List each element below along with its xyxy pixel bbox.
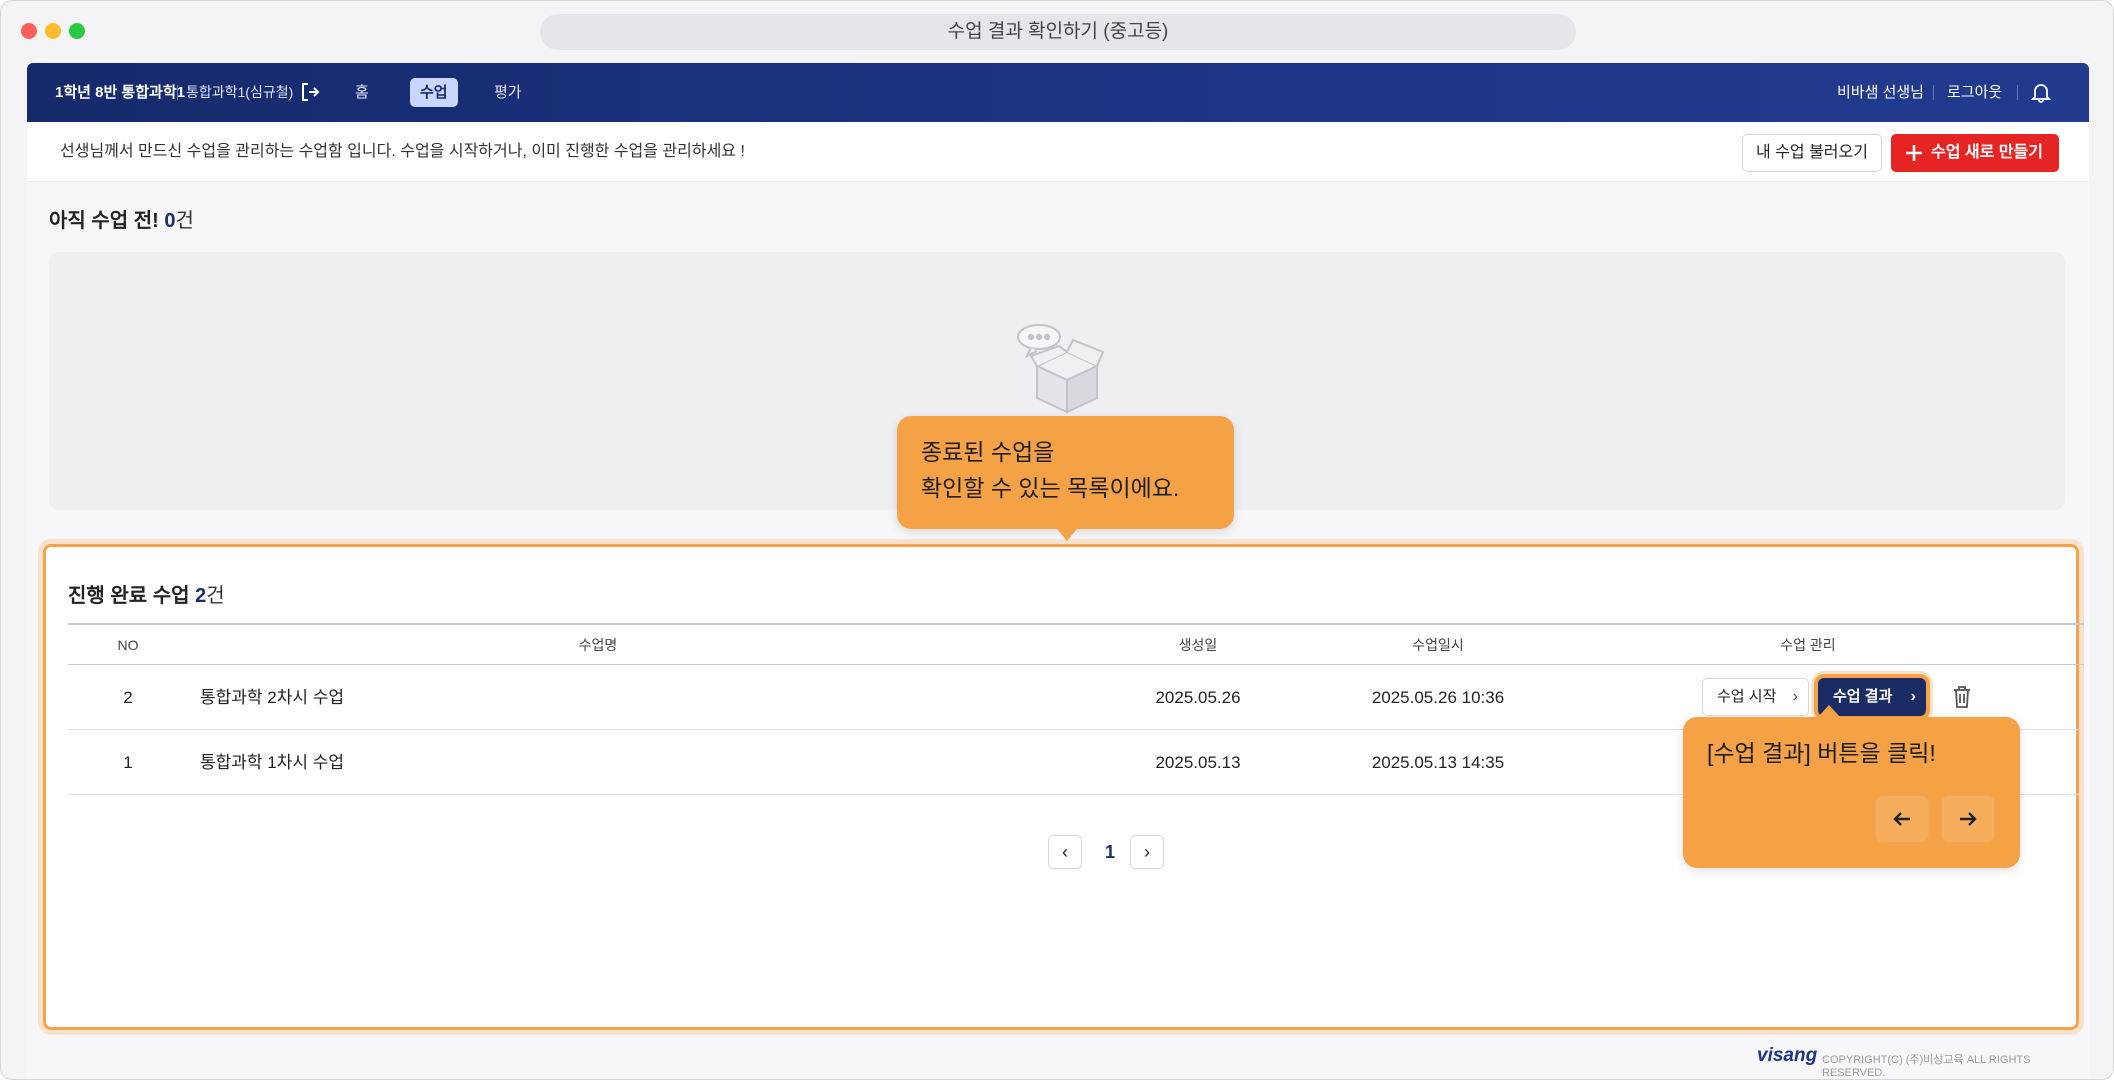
tooltip-text-line2: 확인할 수 있는 목록이에요. (921, 475, 1180, 501)
chevron-right-icon: › (1792, 688, 1798, 705)
completed-count: 2 (195, 585, 207, 607)
start-lesson-label: 수업 시작 (1717, 688, 1777, 705)
info-text: 선생님께서 만드신 수업을 관리하는 수업함 입니다. 수업을 시작하거나, 이… (60, 143, 745, 160)
class-name: 1학년 8반 통합과학1 (55, 84, 185, 101)
row-created-date: 2025.05.26 (1155, 688, 1241, 707)
bell-icon[interactable] (2030, 81, 2052, 103)
row-no: 2 (123, 688, 133, 707)
app-container: 1학년 8반 통합과학1 통합과학1(심규철) 홈 수업 평가 비바샘 선생님 … (27, 63, 2089, 1079)
trash-icon[interactable] (1951, 685, 1973, 709)
tooltip-next-button[interactable] (1941, 795, 1995, 843)
main-content: 아직 수업 전! 0건 진행 완료 수업 2건 NO 수업명 생성일 수업일시 … (27, 182, 2089, 1079)
logout-link[interactable]: 로그아웃 (1947, 63, 2002, 122)
pending-unit: 건 (175, 210, 194, 232)
row-lesson-datetime: 2025.05.13 14:35 (1371, 753, 1505, 772)
nav-evaluation[interactable]: 평가 (484, 78, 532, 107)
column-datetime: 수업일시 (1412, 637, 1464, 653)
row-no: 1 (123, 753, 133, 772)
exit-class-icon[interactable] (299, 81, 321, 103)
column-created: 생성일 (1178, 637, 1218, 653)
column-no: NO (117, 637, 139, 653)
row-lesson-name[interactable]: 통합과학 1차시 수업 (200, 730, 344, 795)
new-lesson-button[interactable]: 수업 새로 만들기 (1891, 134, 2059, 172)
result-button-tooltip: [수업 결과] 버튼을 클릭! (1683, 705, 2020, 868)
browser-window: 수업 결과 확인하기 (중고등) 1학년 8반 통합과학1 통합과학1(심규철)… (0, 0, 2114, 1080)
row-created-date: 2025.05.13 (1155, 753, 1241, 772)
arrow-right-icon (1960, 812, 1977, 826)
pending-title-text: 아직 수업 전! (49, 210, 159, 232)
new-lesson-label: 수업 새로 만들기 (1931, 144, 2043, 161)
minimize-window-button[interactable] (45, 23, 61, 39)
nav-lesson[interactable]: 수업 (410, 78, 458, 107)
pending-section-title: 아직 수업 전! 0건 (49, 204, 194, 233)
nav-divider (1933, 85, 1934, 100)
top-navigation: 1학년 8반 통합과학1 통합과학1(심규철) 홈 수업 평가 비바샘 선생님 … (27, 63, 2089, 122)
nav-divider (2017, 85, 2018, 100)
info-bar: 선생님께서 만드신 수업을 관리하는 수업함 입니다. 수업을 시작하거나, 이… (27, 122, 2089, 182)
title-bar: 수업 결과 확인하기 (중고등) (1, 1, 2113, 63)
copyright-text: COPYRIGHT(C) (주)비상교육 ALL RIGHTS RESERVED… (1822, 1054, 2031, 1079)
completed-section-title: 진행 완료 수업 2건 (68, 579, 225, 608)
nav-divider (177, 85, 178, 100)
close-window-button[interactable] (21, 23, 37, 39)
empty-box-icon (1017, 324, 1105, 414)
lesson-result-label: 수업 결과 (1833, 688, 1893, 705)
row-lesson-name[interactable]: 통합과학 2차시 수업 (200, 665, 344, 730)
column-manage: 수업 관리 (1780, 637, 1836, 653)
arrow-left-icon (1893, 812, 1910, 826)
completed-title-text: 진행 완료 수업 (68, 585, 190, 607)
visang-logo: visang (1757, 1045, 1818, 1066)
nav-home[interactable]: 홈 (345, 78, 379, 107)
start-lesson-button[interactable]: 수업 시작 › (1702, 678, 1809, 716)
teacher-name: 비바샘 선생님 (1837, 84, 1924, 101)
chevron-right-icon: › (1910, 688, 1916, 705)
completed-unit: 건 (206, 585, 225, 607)
tooltip-text-line1: 종료된 수업을 (921, 439, 1055, 465)
load-lesson-button[interactable]: 내 수업 불러오기 (1742, 134, 1882, 172)
row-lesson-datetime: 2025.05.26 10:36 (1371, 688, 1505, 707)
table-header: NO 수업명 생성일 수업일시 수업 관리 (68, 625, 2084, 665)
plus-icon (1906, 145, 1922, 161)
tooltip-text: [수업 결과] 버튼을 클릭! (1707, 740, 1936, 766)
maximize-window-button[interactable] (69, 23, 85, 39)
tooltip-prev-button[interactable] (1875, 795, 1929, 843)
prev-page-button[interactable]: ‹ (1048, 835, 1082, 869)
address-bar[interactable]: 수업 결과 확인하기 (중고등) (540, 14, 1576, 50)
subject-name: 통합과학1(심규철) (186, 84, 294, 100)
next-page-button[interactable]: › (1130, 835, 1164, 869)
completed-list-tooltip: 종료된 수업을 확인할 수 있는 목록이에요. (897, 416, 1234, 541)
page-number[interactable]: 1 (1095, 835, 1125, 869)
column-name: 수업명 (578, 637, 618, 653)
pending-count: 0 (164, 210, 176, 232)
